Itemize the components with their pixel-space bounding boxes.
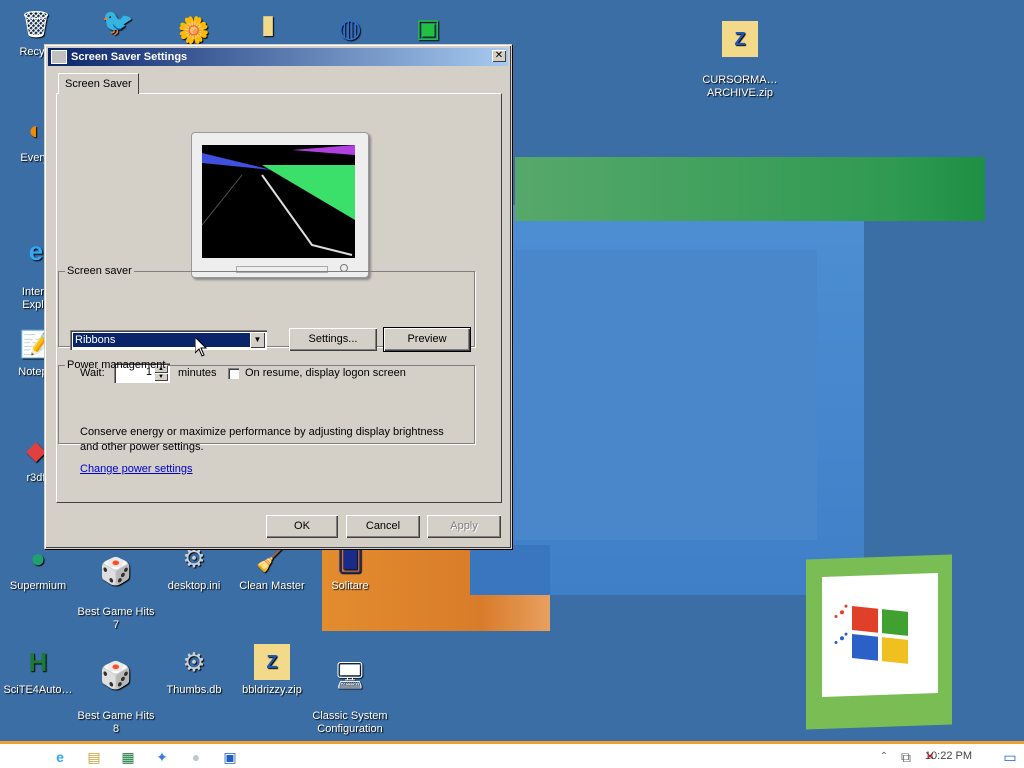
screen-saver-group-label: Screen saver — [67, 265, 132, 277]
flower-icon: 🌼 — [177, 14, 211, 45]
screen-saver-settings-dialog: Screen Saver Settings ✕ Screen Saver Scr… — [44, 44, 512, 549]
cancel-button[interactable]: Cancel — [346, 515, 420, 538]
zip-folder-icon: Z — [722, 21, 758, 57]
dice-icon: 🎲 — [99, 659, 133, 690]
settings-button[interactable]: Settings... — [289, 328, 377, 351]
zip-folder-icon: Z — [254, 644, 290, 680]
bird-icon[interactable]: ✦ — [154, 749, 170, 765]
preview-monitor — [191, 132, 369, 278]
screen-saver-app-icon — [51, 50, 67, 64]
wallpaper-shape — [515, 157, 985, 221]
desktop-icon-bbldrizzy-zip[interactable]: Z bbldrizzy.zip — [232, 644, 312, 697]
close-button[interactable]: ✕ — [492, 50, 506, 62]
desktop-icon-unlabeled[interactable]: ▮ — [228, 6, 308, 46]
screen-saver-select[interactable]: Ribbons ▼ — [70, 330, 267, 350]
computer-icon: 🖥 — [333, 659, 367, 690]
taskbar: e ▤ ▦ ✦ ● ▣ ⌃ ⧉ ✕ 10:22 PM ▭ — [0, 741, 1024, 768]
bird-icon: 🐦 — [101, 6, 135, 37]
dialog-titlebar[interactable]: Screen Saver Settings ✕ — [48, 48, 508, 66]
chevron-up-icon[interactable]: ⌃ — [876, 749, 892, 765]
desktop: 🗑 Recycl ◐ Everyt e Intern Explo 📝 Notep… — [0, 0, 1024, 768]
globe-icon[interactable]: ● — [188, 749, 204, 765]
preview-button[interactable]: Preview — [384, 328, 470, 351]
monitor-icon[interactable]: ▣ — [222, 749, 238, 765]
desktop-icon-classic-system-configuration[interactable]: 🖥 Classic System Configuration — [310, 644, 390, 749]
windows-logo-wallpaper — [806, 554, 952, 730]
globe-icon: ◍ — [338, 12, 362, 43]
monitor-icon: ▣ — [415, 12, 441, 43]
apply-button[interactable]: Apply — [427, 515, 501, 538]
recycle-bin-icon: 🗑 — [19, 8, 53, 39]
dice-icon: 🎲 — [99, 555, 133, 586]
screen-saver-preview — [202, 145, 355, 258]
folder-icon: ▮ — [260, 8, 276, 39]
desktop-icon-thumbs-db[interactable]: ⚙ Thumbs.db — [154, 644, 234, 697]
settings-file-icon: ⚙ — [182, 646, 206, 677]
network-icon[interactable]: ⧉ — [898, 749, 914, 765]
wallpaper-shape — [515, 250, 817, 540]
desktop-icon-best-game-hits-8[interactable]: 🎲 Best Game Hits 8 — [76, 644, 156, 749]
file-explorer-icon[interactable]: ▤ — [86, 749, 102, 765]
dialog-title: Screen Saver Settings — [71, 51, 188, 63]
power-management-text: Conserve energy or maximize performance … — [80, 426, 444, 453]
chevron-down-icon[interactable]: ▼ — [250, 332, 265, 348]
wallpaper-shape — [470, 545, 550, 595]
desktop-icon-best-game-hits-7[interactable]: 🎲 Best Game Hits 7 — [76, 540, 156, 645]
change-power-settings-link[interactable]: Change power settings — [80, 463, 193, 475]
internet-explorer-icon[interactable]: e — [52, 749, 68, 765]
desktop-icon-scite4autoit[interactable]: H SciTE4Auto… — [0, 644, 78, 697]
ok-button[interactable]: OK — [266, 515, 338, 538]
desktop-icon-unlabeled[interactable]: 🐦 — [78, 4, 158, 44]
taskbar-clock[interactable]: 10:22 PM — [925, 750, 972, 762]
desktop-icon-cursormania-archive[interactable]: Z CURSORMA… ARCHIVE.zip — [700, 8, 780, 113]
selected-screen-saver: Ribbons — [73, 333, 250, 347]
tab-screen-saver[interactable]: Screen Saver — [58, 73, 139, 94]
power-management-label: Power management — [67, 359, 166, 371]
mouse-cursor-icon — [195, 337, 207, 357]
spreadsheet-icon[interactable]: ▦ — [120, 749, 136, 765]
scite-icon: H — [28, 646, 48, 677]
show-desktop-icon[interactable]: ▭ — [1002, 749, 1018, 765]
